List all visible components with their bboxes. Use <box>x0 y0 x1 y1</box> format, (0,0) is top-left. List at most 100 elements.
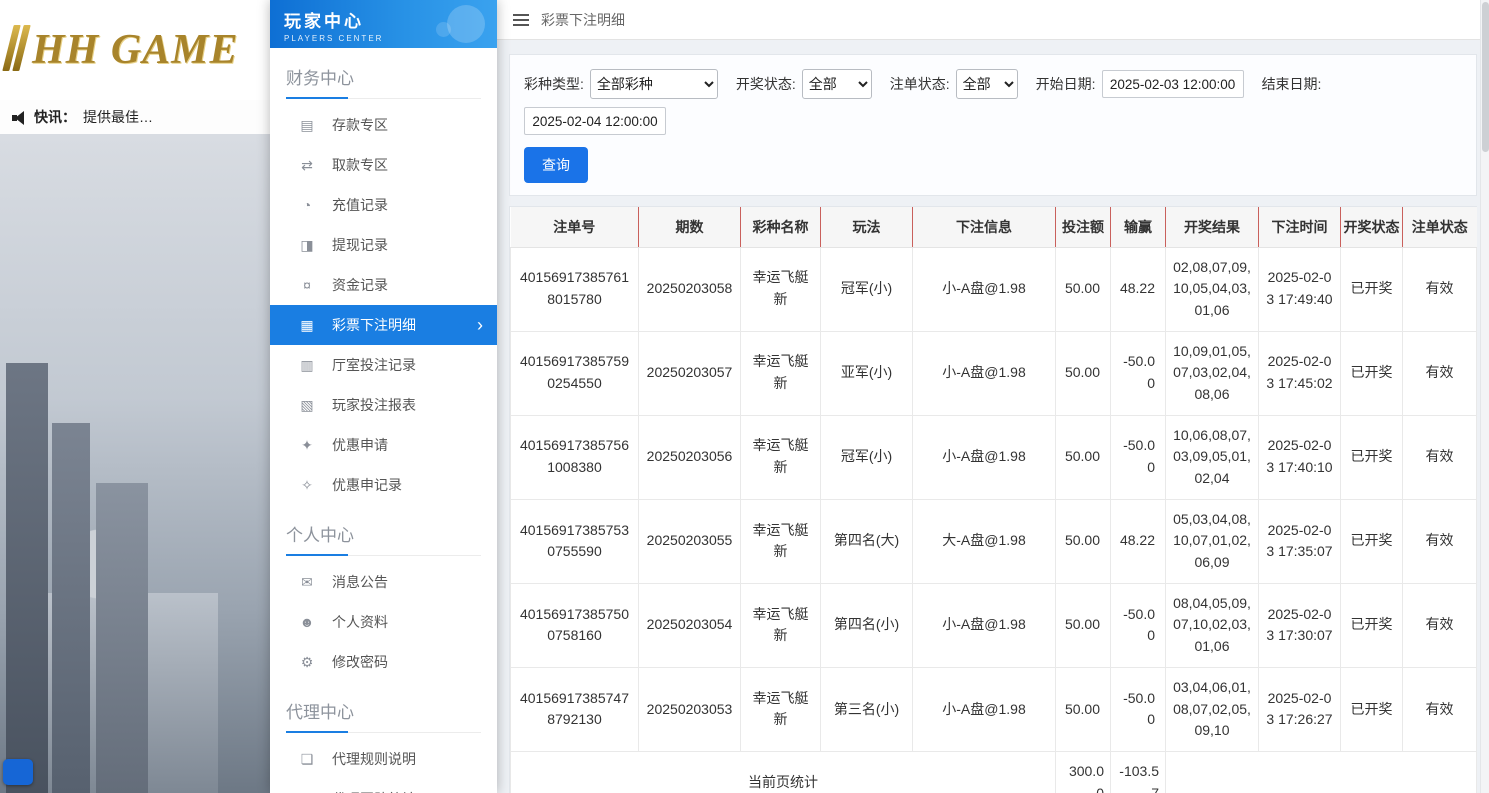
column-header: 开奖结果 <box>1165 207 1259 248</box>
win-loss-cell: -50.00 <box>1110 582 1166 668</box>
column-header: 下注时间 <box>1258 207 1341 248</box>
table-header: 注单号 期数 彩种名称 玩法 下注信息 投注额 输赢 开奖结果 下注时间 开奖状态 注单状态 <box>510 207 1477 248</box>
funds-records-icon: ¤ <box>303 277 311 293</box>
filter-actions: 查询 <box>524 147 1462 183</box>
table-row: 401569173857590254550 20250203057 幸运飞艇新 亚军(… <box>510 330 1477 416</box>
site-background: HH GAME 快讯： 提供最佳… <box>0 0 270 793</box>
scrollbar-thumb[interactable] <box>1482 2 1489 152</box>
bet-amount-cell: 50.00 <box>1055 582 1111 668</box>
bet-amount-cell: 50.00 <box>1055 330 1111 416</box>
draw-status-cell: 已开奖 <box>1340 330 1403 416</box>
brand-logo[interactable]: HH GAME <box>0 0 270 100</box>
sidebar-item-withdraw[interactable]: ⇄ 取款专区 <box>270 145 497 185</box>
bet-status-cell: 有效 <box>1402 330 1477 416</box>
page-title: 彩票下注明细 <box>541 11 625 28</box>
bet-amount-cell: 50.00 <box>1055 498 1111 584</box>
period-cell: 20250203055 <box>638 498 741 584</box>
bet-status-label: 注单状态: <box>889 76 950 92</box>
table-row: 401569173857530755590 20250203055 幸运飞艇新 第四名… <box>510 498 1477 584</box>
promo-apply-icon: ✦ <box>301 436 313 453</box>
column-header: 期数 <box>638 207 741 248</box>
sidebar-item-agent-team-stats[interactable]: ▣代理团队统计 <box>270 779 497 793</box>
column-header: 输赢 <box>1110 207 1166 248</box>
column-header: 下注信息 <box>912 207 1056 248</box>
sidebar-item-change-password[interactable]: ⚙ 修改密码 <box>270 642 497 682</box>
gear-icon: ⚙ <box>300 653 314 670</box>
sidebar-item-recharge-records[interactable]: ◔ 充值记录 <box>270 185 497 225</box>
bet-info-cell: 小-A盘@1.98 <box>912 666 1056 752</box>
play-type-cell: 亚军(小) <box>820 330 913 416</box>
draw-status-cell: 已开奖 <box>1340 498 1403 584</box>
lottery-name-cell: 幸运飞艇新 <box>740 246 821 332</box>
section-title: 代理中心 <box>286 698 481 733</box>
play-type-cell: 第三名(小) <box>820 666 913 752</box>
period-cell: 20250203058 <box>638 246 741 332</box>
column-header: 注单状态 <box>1402 207 1477 248</box>
player-bet-report-icon: ▧ <box>300 396 314 413</box>
lottery-type-select[interactable]: 全部彩种 <box>589 69 718 99</box>
end-date-label: 结束日期: <box>1261 76 1322 92</box>
sidebar-item-player-bet-report[interactable]: ▧ 玩家投注报表 <box>270 385 497 425</box>
sidebar-item-label: 玩家投注报表 <box>332 397 416 413</box>
chat-widget-button[interactable] <box>3 759 33 785</box>
draw-result-cell: 10,09,01,05,07,03,02,04,08,06 <box>1165 330 1259 416</box>
win-loss-cell: -50.00 <box>1110 330 1166 416</box>
column-header: 注单号 <box>510 207 639 248</box>
draw-status-cell: 已开奖 <box>1340 582 1403 668</box>
column-header: 彩种名称 <box>740 207 821 248</box>
search-button[interactable]: 查询 <box>524 147 588 183</box>
sidebar-item-label: 提现记录 <box>332 237 388 253</box>
lottery-name-cell: 幸运飞艇新 <box>740 582 821 668</box>
draw-status-select[interactable]: 全部 <box>801 69 872 99</box>
agent-rules-icon: ❏ <box>300 750 314 767</box>
win-loss-cell: -50.00 <box>1110 414 1166 500</box>
filter-panel: 彩种类型: 全部彩种 开奖状态: 全部 注单状态: 全部 开始日期: 结束日期:… <box>509 54 1477 196</box>
start-date-input[interactable] <box>1101 70 1244 98</box>
lottery-bet-details-icon: ▦ <box>300 316 314 333</box>
sidebar-item-agent-rules[interactable]: ❏ 代理规则说明 <box>270 739 497 779</box>
lottery-name-cell: 幸运飞艇新 <box>740 498 821 584</box>
bet-info-cell: 小-A盘@1.98 <box>912 330 1056 416</box>
bet-id-cell: 401569173857618015780 <box>510 246 639 332</box>
sidebar-item-label: 厅室投注记录 <box>332 357 416 373</box>
menu-toggle-icon[interactable] <box>513 11 529 29</box>
sidebar-item-deposit[interactable]: ▤ 存款专区 <box>270 105 497 145</box>
sidebar-item-funds-records[interactable]: ¤ 资金记录 <box>270 265 497 305</box>
profile-icon: ☻ <box>299 614 315 630</box>
sidebar-item-hall-bet-records[interactable]: ▥ 厅室投注记录 <box>270 345 497 385</box>
chevron-right-icon: › <box>477 315 483 335</box>
period-cell: 20250203053 <box>638 666 741 752</box>
sidebar-item-promo-records[interactable]: ✧ 优惠申记录 <box>270 465 497 505</box>
column-header: 玩法 <box>820 207 913 248</box>
bet-status-cell: 有效 <box>1402 582 1477 668</box>
bet-info-cell: 小-A盘@1.98 <box>912 582 1056 668</box>
sidebar-item-label: 消息公告 <box>332 574 388 590</box>
bet-status-select[interactable]: 全部 <box>955 69 1018 99</box>
sidebar-item-label: 个人资料 <box>332 614 388 630</box>
sidebar-item-lottery-bet-details[interactable]: ▦ 彩票下注明细 › <box>270 305 497 345</box>
bet-time-cell: 2025-02-03 17:26:27 <box>1258 666 1341 752</box>
table-row: 401569173857618015780 20250203058 幸运飞艇新 冠军(… <box>510 246 1477 332</box>
play-type-cell: 冠军(小) <box>820 414 913 500</box>
win-loss-cell: 48.22 <box>1110 246 1166 332</box>
sidebar-item-label: 优惠申请 <box>332 437 388 453</box>
bet-info-cell: 小-A盘@1.98 <box>912 414 1056 500</box>
summary-win-loss-total: -103.57 <box>1110 750 1166 793</box>
sidebar-item-promo-apply[interactable]: ✦ 优惠申请 <box>270 425 497 465</box>
sidebar-item-withdrawal-records[interactable]: ◨ 提现记录 <box>270 225 497 265</box>
table-header-row: 注单号 期数 彩种名称 玩法 下注信息 投注额 输赢 开奖结果 下注时间 开奖状态 注单状态 <box>510 207 1477 248</box>
sidebar-item-profile[interactable]: ☻ 个人资料 <box>270 602 497 642</box>
draw-result-cell: 03,04,06,01,08,07,02,05,09,10 <box>1165 666 1259 752</box>
logo-bars-icon <box>2 24 31 76</box>
bet-id-cell: 401569173857530755590 <box>510 498 639 584</box>
topbar: 彩票下注明细 <box>497 0 1489 40</box>
sidebar-item-label: 修改密码 <box>332 654 388 670</box>
scrollbar[interactable] <box>1480 0 1489 793</box>
decoration-circle <box>447 5 485 43</box>
section-title: 个人中心 <box>286 521 481 556</box>
sidebar-item-label: 代理规则说明 <box>332 751 416 767</box>
main-content: 彩票下注明细 彩种类型: 全部彩种 开奖状态: 全部 注单状态: 全部 开始日期… <box>497 0 1489 793</box>
draw-status-cell: 已开奖 <box>1340 246 1403 332</box>
end-date-input[interactable] <box>524 107 666 135</box>
sidebar-item-messages[interactable]: ✉ 消息公告 <box>270 562 497 602</box>
